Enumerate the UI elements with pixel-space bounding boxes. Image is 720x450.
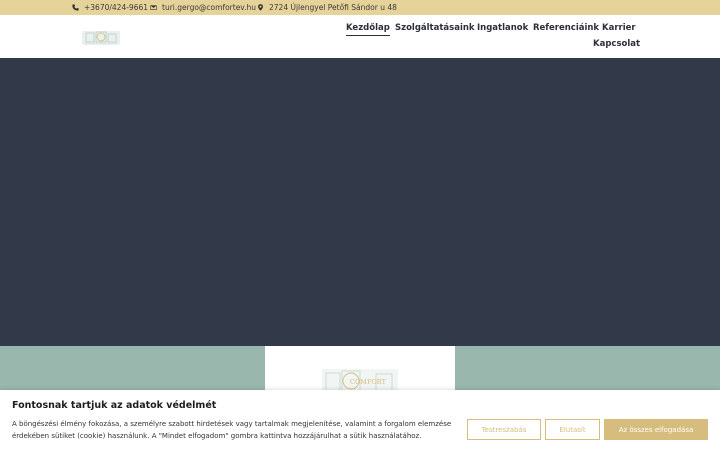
cookie-description: A böngészési élmény fokozása, a személyr… xyxy=(12,420,452,440)
site-logo[interactable] xyxy=(80,27,122,47)
accept-all-button[interactable]: Az összes elfogadása xyxy=(604,419,708,440)
top-contact-bar: +3670/424-9661 turi.gergo@comfortev.hu 2… xyxy=(0,0,720,15)
map-pin-icon xyxy=(258,4,263,11)
envelope-icon xyxy=(150,5,157,10)
hero-banner xyxy=(0,58,720,346)
nav-ingatlanok[interactable]: Ingatlanok xyxy=(477,23,528,33)
address-text: 2724 Újlengyel Petőfi Sándor u 48 xyxy=(269,3,397,12)
phone-contact[interactable]: +3670/424-9661 xyxy=(72,3,148,12)
site-header: Kezdőlap Szolgáltatásaink Ingatlanok Ref… xyxy=(0,15,720,58)
email-contact[interactable]: turi.gergo@comfortev.hu xyxy=(150,3,256,12)
email-address: turi.gergo@comfortev.hu xyxy=(162,3,257,12)
nav-karrier[interactable]: Karrier xyxy=(602,23,636,33)
customize-button[interactable]: Testreszabás xyxy=(467,419,541,440)
address-contact: 2724 Újlengyel Petőfi Sándor u 48 xyxy=(257,3,397,12)
nav-kezdolap[interactable]: Kezdőlap xyxy=(346,23,390,36)
reject-button[interactable]: Elutasít xyxy=(545,419,600,440)
nav-szolgaltatasaink[interactable]: Szolgáltatásaink xyxy=(395,23,475,33)
cookie-consent-banner: Fontosnak tartjuk az adatok védelmét A b… xyxy=(0,390,720,450)
cookie-title: Fontosnak tartjuk az adatok védelmét xyxy=(12,400,217,411)
logo-card: COMFORT xyxy=(265,346,455,396)
nav-kapcsolat[interactable]: Kapcsolat xyxy=(593,39,640,49)
phone-number: +3670/424-9661 xyxy=(84,3,149,12)
comfort-logo-text: COMFORT xyxy=(350,378,387,386)
phone-icon xyxy=(72,4,79,11)
nav-referenciaink[interactable]: Referenciáink xyxy=(533,23,599,33)
